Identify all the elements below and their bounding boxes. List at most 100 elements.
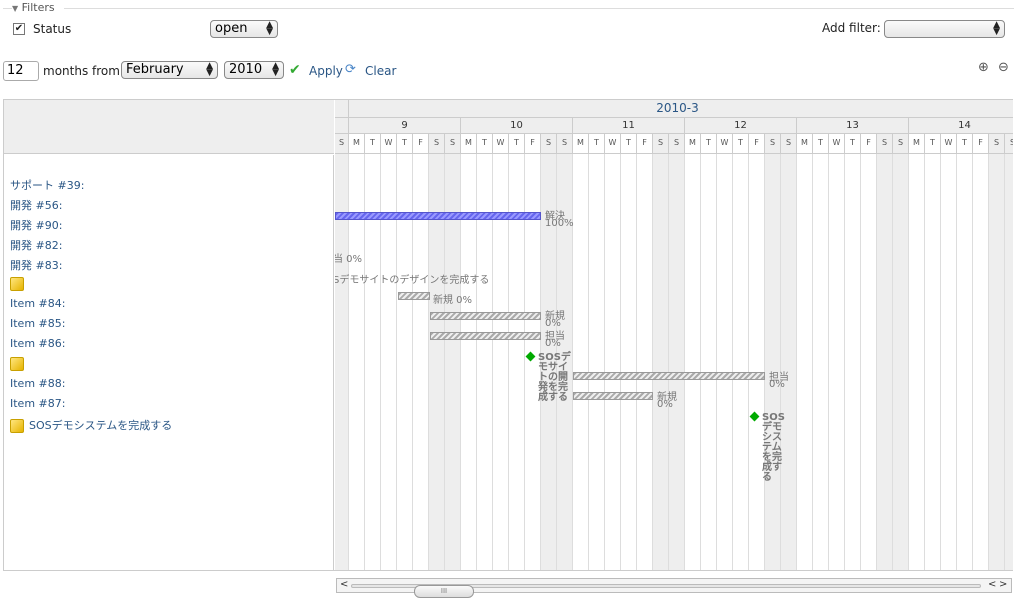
scroll-left-icon[interactable]: < (340, 579, 348, 590)
bar-percent-label: 0% (545, 338, 561, 349)
day-column (781, 154, 797, 570)
scroll-right-icon[interactable]: > (999, 579, 1007, 590)
day-column (877, 154, 893, 570)
subject-row[interactable]: Item #84: (10, 297, 65, 310)
apply-link[interactable]: Apply (309, 64, 343, 78)
subject-link[interactable]: 開発 #56: (10, 199, 62, 212)
subject-link[interactable]: 開発 #83: (10, 259, 62, 272)
subject-row[interactable] (10, 277, 29, 291)
subject-link[interactable]: 開発 #82: (10, 239, 62, 252)
day-column (797, 154, 813, 570)
subject-row[interactable]: 開発 #90: (10, 217, 62, 233)
collapse-triangle-icon[interactable]: ▼ (12, 4, 18, 13)
reload-icon[interactable]: ⟳ (345, 62, 356, 77)
add-filter-label: Add filter: (822, 21, 881, 35)
status-operator-value: open (215, 21, 248, 36)
bar-status-label: 新規 0% (433, 295, 473, 306)
subject-link[interactable]: サポート #39: (10, 179, 84, 192)
checkmark-icon[interactable]: ✔ (289, 62, 301, 78)
day-cell: T (701, 134, 717, 154)
subject-link[interactable]: SOSデモシステムを完成する (29, 419, 172, 432)
day-cell: T (813, 134, 829, 154)
day-cell: S (445, 134, 461, 154)
horizontal-scrollbar[interactable]: < III < > (336, 578, 1012, 598)
bar-status-label: 当 0% (335, 254, 363, 265)
filters-legend-label[interactable]: Filters (22, 1, 55, 14)
issue-bar[interactable] (430, 332, 541, 340)
day-cell: F (749, 134, 765, 154)
day-cell: S (557, 134, 573, 154)
day-cell: S (1005, 134, 1013, 154)
status-label: Status (33, 22, 72, 36)
day-column (861, 154, 877, 570)
day-cell: W (493, 134, 509, 154)
status-checkbox[interactable]: ✔ (13, 23, 25, 35)
subject-row[interactable]: サポート #39: (10, 177, 84, 193)
day-column (637, 154, 653, 570)
day-cell: W (941, 134, 957, 154)
day-column (717, 154, 733, 570)
subject-row[interactable]: Item #86: (10, 337, 65, 350)
filters-legend[interactable]: ▼ Filters (12, 1, 55, 14)
clear-link[interactable]: Clear (365, 64, 396, 78)
day-cell: M (909, 134, 925, 154)
day-cell: S (877, 134, 893, 154)
day-column (573, 154, 589, 570)
day-cell: S (669, 134, 685, 154)
subject-row[interactable]: Item #87: (10, 397, 65, 410)
day-column (733, 154, 749, 570)
bar-percent-label: 0% (769, 379, 785, 390)
zoom-in-icon[interactable]: ⊕ (978, 60, 989, 75)
add-filter-select[interactable]: ▲ ▼ (884, 20, 1005, 38)
subject-row[interactable] (10, 357, 29, 371)
issue-bar[interactable] (398, 292, 430, 300)
day-cell: M (685, 134, 701, 154)
day-column (685, 154, 701, 570)
months-input[interactable]: 12 (3, 61, 39, 81)
issue-bar[interactable] (335, 212, 541, 220)
scroll-left-icon[interactable]: < (988, 579, 996, 590)
subject-link[interactable]: Item #88: (10, 377, 65, 390)
issue-bar[interactable] (573, 372, 765, 380)
subject-link[interactable]: Item #84: (10, 297, 65, 310)
day-cell: F (637, 134, 653, 154)
subject-header (4, 100, 334, 154)
subject-row[interactable]: SOSデモシステムを完成する (10, 417, 172, 433)
month-select[interactable]: February ▲ ▼ (121, 61, 218, 79)
scroll-thumb[interactable]: III (414, 585, 474, 598)
year-select[interactable]: 2010 ▲ ▼ (224, 61, 284, 79)
day-cell: M (461, 134, 477, 154)
status-operator-select[interactable]: open ▲ ▼ (210, 20, 278, 38)
day-column (749, 154, 765, 570)
day-cell: T (957, 134, 973, 154)
day-cell: T (477, 134, 493, 154)
day-cell: S (429, 134, 445, 154)
day-cell: W (829, 134, 845, 154)
day-cell: F (525, 134, 541, 154)
week-13-header: 13 (797, 118, 909, 134)
zoom-out-icon[interactable]: ⊖ (998, 60, 1009, 75)
subject-link[interactable]: Item #86: (10, 337, 65, 350)
day-column (909, 154, 925, 570)
subject-link[interactable]: Item #85: (10, 317, 65, 330)
subject-row[interactable]: 開発 #82: (10, 237, 62, 253)
scroll-track[interactable]: III (351, 584, 981, 598)
month-header-prev (335, 100, 349, 118)
day-column (669, 154, 685, 570)
day-cell: T (365, 134, 381, 154)
subject-link[interactable]: Item #87: (10, 397, 65, 410)
day-cell: T (733, 134, 749, 154)
subject-row[interactable]: 開発 #83: (10, 257, 62, 273)
week-14-header: 14 (909, 118, 1013, 134)
subject-row[interactable]: Item #85: (10, 317, 65, 330)
day-column (829, 154, 845, 570)
subject-link[interactable]: 開発 #90: (10, 219, 62, 232)
subject-row[interactable]: 開発 #56: (10, 197, 62, 213)
day-cell: F (413, 134, 429, 154)
subject-row[interactable]: Item #88: (10, 377, 65, 390)
day-cell: T (925, 134, 941, 154)
day-column (925, 154, 941, 570)
issue-bar[interactable] (573, 392, 653, 400)
day-cell: M (573, 134, 589, 154)
issue-bar[interactable] (430, 312, 541, 320)
